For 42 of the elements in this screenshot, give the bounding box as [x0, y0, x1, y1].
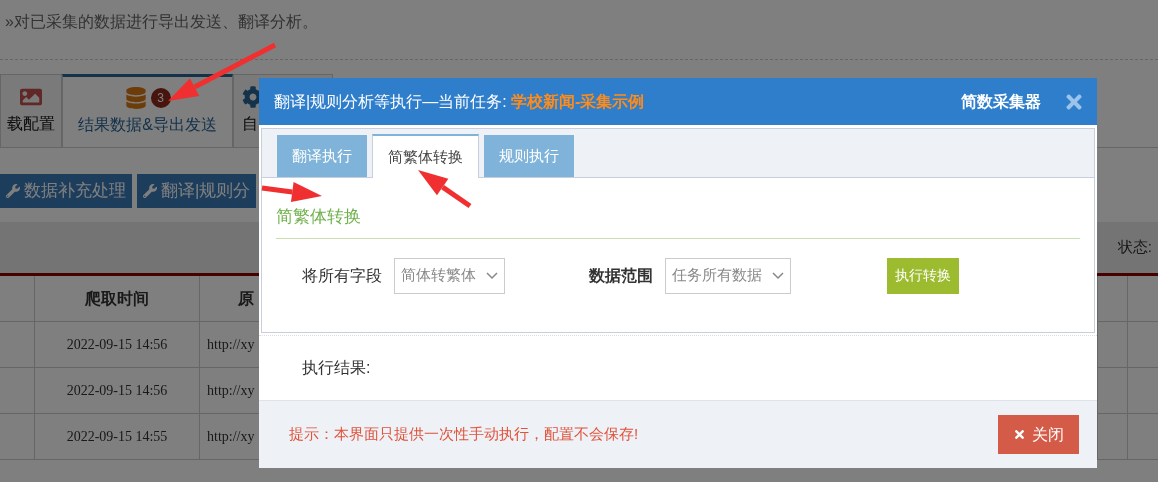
status-label: 状态:	[1117, 237, 1152, 258]
table-cell-text: http://xy	[207, 428, 255, 446]
select-field[interactable]: 任务所有数据	[665, 257, 791, 294]
close-icon	[1013, 428, 1026, 441]
dialog-tab[interactable]: 翻译执行	[277, 135, 367, 177]
result-label: 执行结果:	[302, 358, 371, 378]
close-button[interactable]: 关闭	[998, 415, 1079, 454]
section-title: 简繁体转换	[276, 207, 361, 226]
chevron-down-icon	[486, 271, 498, 280]
image-icon	[20, 86, 42, 108]
table-cell-text: http://xy	[207, 336, 255, 354]
toolbar-button[interactable]: 翻译|规则分	[137, 174, 257, 208]
table-cell-text: 2022-09-15 14:56	[66, 336, 168, 354]
task-name: 学校新闻-采集示例	[511, 91, 645, 112]
select-field[interactable]: 简体转繁体	[394, 257, 505, 294]
column-header: 爬取时间	[85, 288, 149, 309]
dialog-tab[interactable]: 规则执行	[484, 135, 574, 177]
wrench-icon	[6, 184, 20, 198]
column-header: 原	[238, 288, 254, 309]
dialog-tab[interactable]: 简繁体转换	[372, 134, 479, 178]
field-label: 将所有字段	[302, 265, 382, 286]
dialog-title: 翻译|规则分析等执行—当前任务:	[274, 91, 508, 112]
tab[interactable]: 载配置	[0, 74, 62, 147]
toolbar-button[interactable]: 数据补充处理	[0, 174, 132, 208]
hint-text: 提示：本界面只提供一次性手动执行，配置不会保存!	[289, 424, 639, 445]
chevron-down-icon	[772, 271, 784, 280]
arrow-drawing	[418, 170, 472, 209]
run-button[interactable]: 执行转换	[887, 257, 959, 294]
wrench-icon	[143, 184, 157, 198]
tab-label: 载配置	[7, 114, 55, 134]
arrow-drawing	[261, 182, 322, 202]
table-cell-text: http://xy	[207, 382, 255, 400]
tab-label: 自	[242, 114, 258, 134]
page-description: »对已采集的数据进行导出发送、翻译分析。	[5, 13, 318, 30]
field-label: 数据范围	[589, 265, 653, 286]
count-badge: 3	[150, 88, 171, 108]
tab-label: 结果数据&导出发送	[78, 115, 217, 135]
brand-name: 简数采集器	[961, 91, 1041, 112]
table-cell-text: 2022-09-15 14:55	[66, 428, 168, 446]
database-icon	[124, 87, 147, 109]
tab[interactable]: 3 结果数据&导出发送	[62, 74, 233, 147]
table-cell-text: 2022-09-15 14:56	[66, 382, 168, 400]
